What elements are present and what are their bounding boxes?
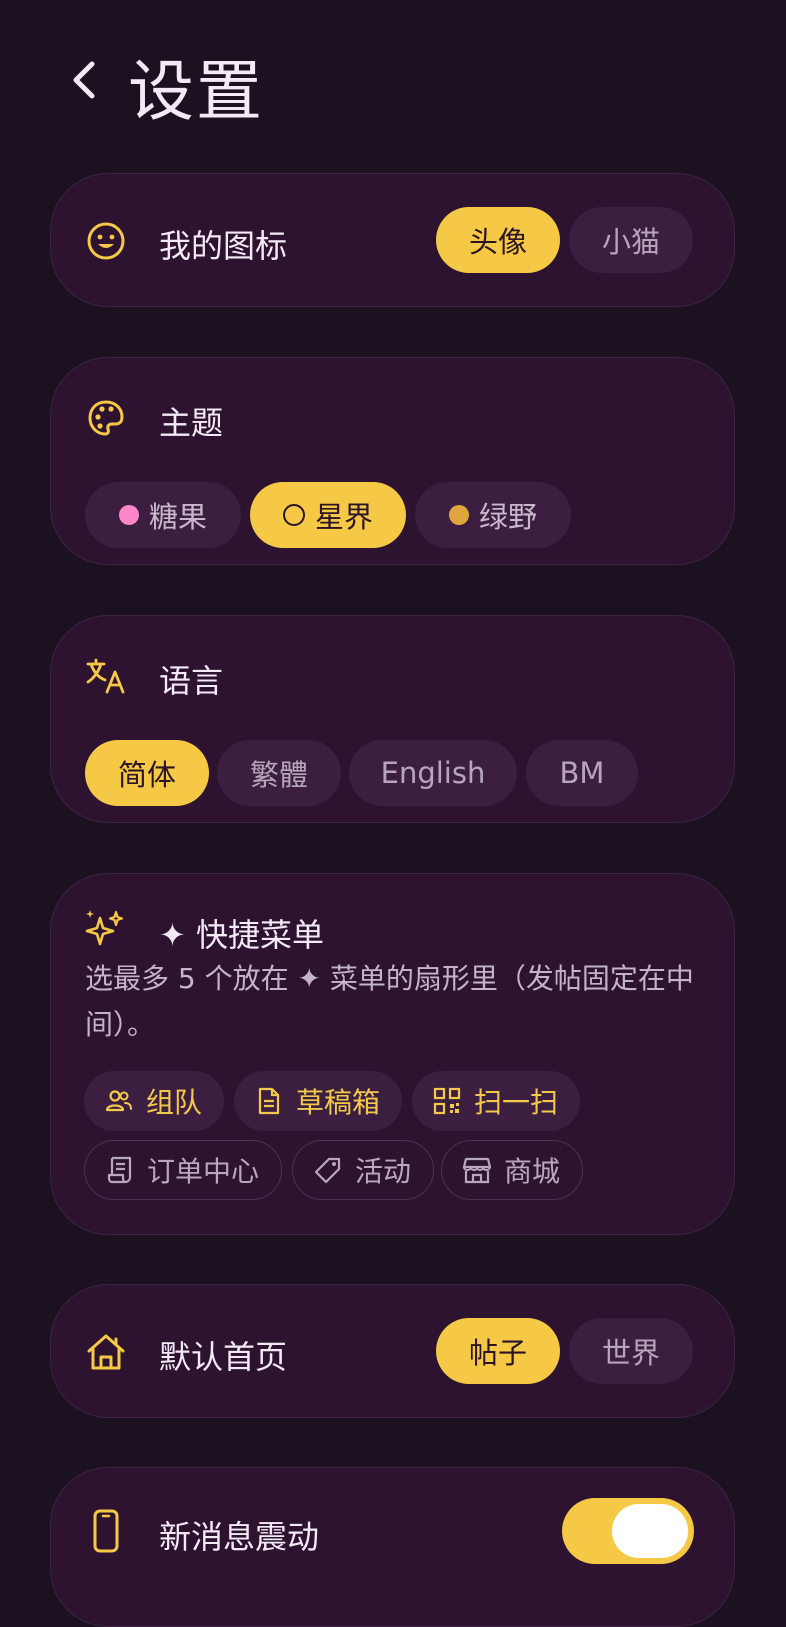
theme-option-label: 星界 [314,500,373,534]
my-icon-card: 我的图标 头像 小猫 [50,173,735,307]
tag-icon [313,1155,343,1185]
language-option-english[interactable]: English [349,740,517,806]
vibrate-card: 新消息震动 [50,1467,735,1627]
palette-icon [84,396,128,440]
language-label: 语言 [159,662,224,700]
quick-menu-item-drafts[interactable]: 草稿箱 [234,1071,403,1131]
pink-dot [118,505,139,525]
chevron-left-icon [73,61,95,99]
quick-menu-item-team[interactable]: 组队 [84,1071,225,1131]
smiley-icon [84,219,128,263]
language-option-traditional[interactable]: 繁體 [217,740,341,806]
chip-label: 商城 [504,1155,561,1188]
chip-label: 活动 [355,1155,412,1188]
ring-dot [282,504,305,526]
my-icon-label: 我的图标 [159,227,288,265]
store-icon [462,1155,492,1185]
theme-option-starfield[interactable]: 星界 [250,482,406,548]
theme-option-meadow[interactable]: 绿野 [415,482,571,548]
quick-menu-item-scan[interactable]: 扫一扫 [412,1071,581,1131]
quick-menu-item-events[interactable]: 活动 [292,1140,435,1200]
chip-label: 组队 [146,1086,203,1119]
orange-dot [448,505,469,525]
language-option-simplified[interactable]: 简体 [85,740,209,806]
header: 设置 [0,0,786,160]
vibrate-label: 新消息震动 [159,1518,320,1556]
people-icon [104,1086,134,1116]
quick-menu-item-store[interactable]: 商城 [441,1140,584,1200]
theme-label: 主题 [159,404,224,442]
receipt-icon [105,1155,135,1185]
home-icon [84,1330,128,1374]
quick-menu-description: 选最多 5 个放在 ✦ 菜单的扇形里（发帖固定在中间）。 [85,962,694,1041]
theme-option-candy[interactable]: 糖果 [85,482,241,548]
theme-option-label: 糖果 [148,500,207,534]
language-card: 语言 简体 繁體 English BM [50,615,735,823]
document-icon [254,1086,284,1116]
vibrate-toggle[interactable] [562,1498,694,1564]
quick-menu-item-orders[interactable]: 订单中心 [84,1140,283,1200]
default-home-label: 默认首页 [159,1338,288,1376]
back-button[interactable] [56,48,112,112]
icon-option-avatar[interactable]: 头像 [436,207,560,273]
chip-label: 草稿箱 [296,1086,381,1119]
translate-icon [84,654,128,698]
chip-label: 订单中心 [147,1155,260,1188]
toggle-knob [612,1504,688,1558]
home-option-world[interactable]: 世界 [569,1318,693,1384]
quick-menu-label: ✦ 快捷菜单 [159,916,324,954]
language-option-bm[interactable]: BM [526,740,638,806]
theme-option-label: 绿野 [478,500,537,534]
default-home-card: 默认首页 帖子 世界 [50,1284,735,1418]
sparkles-icon [82,908,126,952]
qr-code-icon [432,1086,462,1116]
chip-label: 扫一扫 [474,1086,559,1119]
home-option-posts[interactable]: 帖子 [436,1318,560,1384]
icon-option-cat[interactable]: 小猫 [569,207,693,273]
theme-card: 主题 糖果 星界 绿野 [50,357,735,565]
quick-menu-card: ✦ 快捷菜单 选最多 5 个放在 ✦ 菜单的扇形里（发帖固定在中间）。 组队 草… [50,873,735,1235]
page-title: 设置 [128,53,264,130]
phone-icon [84,1509,128,1553]
